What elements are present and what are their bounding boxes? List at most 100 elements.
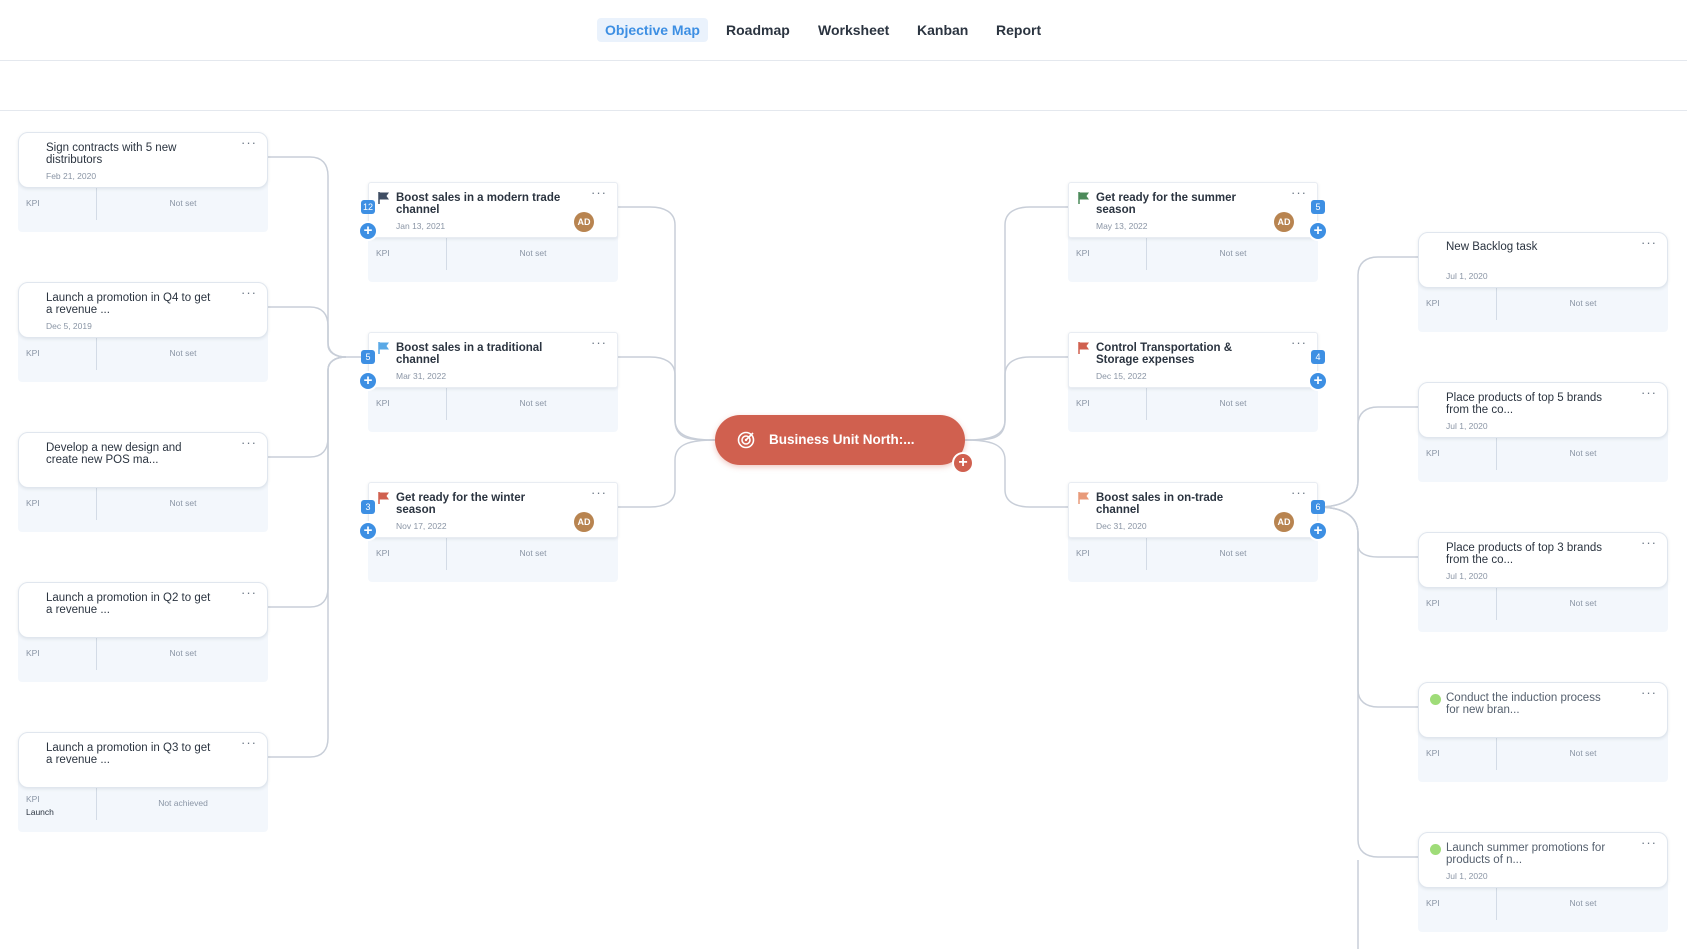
kpi-name: Launch bbox=[26, 807, 54, 817]
task-title: New Backlog task bbox=[1446, 241, 1538, 253]
task-card[interactable]: Launch summer promotions for products of… bbox=[1418, 832, 1668, 932]
kpi-value: Not set bbox=[169, 498, 197, 508]
objective-date: Mar 31, 2022 bbox=[396, 371, 447, 381]
task-card[interactable]: Sign contracts with 5 new distributors F… bbox=[18, 132, 268, 232]
task-title: Develop a new design and create new POS … bbox=[46, 442, 182, 466]
task-card-header[interactable]: Develop a new design and create new POS … bbox=[18, 432, 268, 488]
more-options-icon[interactable]: ··· bbox=[1291, 335, 1307, 350]
task-title: Launch a promotion in Q3 to get a revenu… bbox=[46, 742, 211, 766]
more-options-icon[interactable]: ··· bbox=[1641, 385, 1657, 400]
task-card-header[interactable]: Launch a promotion in Q3 to get a revenu… bbox=[18, 732, 268, 788]
kpi-label: KPI bbox=[376, 548, 390, 558]
child-count-badge[interactable]: 4 bbox=[1311, 350, 1325, 364]
kpi-label: KPI bbox=[1426, 598, 1440, 608]
kpi-value: Not set bbox=[1569, 448, 1597, 458]
objective-card-header[interactable]: Control Transportation & Storage expense… bbox=[1068, 332, 1318, 388]
kpi-value: Not set bbox=[519, 548, 547, 558]
more-options-icon[interactable]: ··· bbox=[241, 435, 257, 450]
task-card[interactable]: Place products of top 3 brands from the … bbox=[1418, 532, 1668, 632]
flag-icon bbox=[378, 342, 389, 354]
avatar[interactable]: AD bbox=[574, 512, 594, 532]
flag-icon bbox=[1078, 192, 1089, 204]
objective-card-header[interactable]: Boost sales in a modern trade channel Ja… bbox=[368, 182, 618, 238]
objective-date: Dec 31, 2020 bbox=[1096, 521, 1147, 531]
add-child-button[interactable]: + bbox=[1310, 223, 1326, 239]
add-objective-button[interactable]: + bbox=[954, 454, 972, 472]
avatar[interactable]: AD bbox=[1274, 212, 1294, 232]
more-options-icon[interactable]: ··· bbox=[241, 135, 257, 150]
objective-card[interactable]: Get ready for the winter season Nov 17, … bbox=[368, 482, 618, 582]
more-options-icon[interactable]: ··· bbox=[1641, 235, 1657, 250]
objective-date: Dec 15, 2022 bbox=[1096, 371, 1147, 381]
objective-card[interactable]: Control Transportation & Storage expense… bbox=[1068, 332, 1318, 432]
more-options-icon[interactable]: ··· bbox=[591, 485, 607, 500]
task-card[interactable]: Conduct the induction process for new br… bbox=[1418, 682, 1668, 782]
add-child-button[interactable]: + bbox=[360, 223, 376, 239]
more-options-icon[interactable]: ··· bbox=[1291, 485, 1307, 500]
kpi-divider bbox=[446, 386, 447, 420]
kpi-value: Not set bbox=[169, 348, 197, 358]
objective-card[interactable]: Boost sales in a traditional channel Mar… bbox=[368, 332, 618, 432]
more-options-icon[interactable]: ··· bbox=[241, 285, 257, 300]
kpi-label: KPI bbox=[1426, 898, 1440, 908]
objective-card[interactable]: Get ready for the summer season May 13, … bbox=[1068, 182, 1318, 282]
kpi-divider bbox=[1496, 436, 1497, 470]
task-card-header[interactable]: Sign contracts with 5 new distributors F… bbox=[18, 132, 268, 188]
target-icon bbox=[737, 431, 755, 449]
task-card[interactable]: Place products of top 5 brands from the … bbox=[1418, 382, 1668, 482]
kpi-value: Not achieved bbox=[158, 798, 208, 808]
more-options-icon[interactable]: ··· bbox=[241, 735, 257, 750]
flag-icon bbox=[1078, 492, 1089, 504]
task-card[interactable]: Launch a promotion in Q2 to get a revenu… bbox=[18, 582, 268, 682]
objective-card[interactable]: Boost sales in a modern trade channel Ja… bbox=[368, 182, 618, 282]
add-child-button[interactable]: + bbox=[360, 373, 376, 389]
objective-title: Boost sales in a traditional channel bbox=[396, 342, 543, 366]
task-card[interactable]: Launch a promotion in Q3 to get a revenu… bbox=[18, 732, 268, 832]
task-card[interactable]: Develop a new design and create new POS … bbox=[18, 432, 268, 532]
add-child-button[interactable]: + bbox=[1310, 523, 1326, 539]
more-options-icon[interactable]: ··· bbox=[591, 185, 607, 200]
task-card-header[interactable]: Place products of top 5 brands from the … bbox=[1418, 382, 1668, 438]
task-date: Jul 1, 2020 bbox=[1446, 271, 1488, 281]
kpi-value: Not set bbox=[1219, 248, 1247, 258]
child-count-badge[interactable]: 6 bbox=[1311, 500, 1325, 514]
more-options-icon[interactable]: ··· bbox=[591, 335, 607, 350]
kpi-value: Not set bbox=[169, 198, 197, 208]
objective-card[interactable]: Boost sales in on-trade channel Dec 31, … bbox=[1068, 482, 1318, 582]
task-card[interactable]: Launch a promotion in Q4 to get a revenu… bbox=[18, 282, 268, 382]
kpi-value: Not set bbox=[1569, 898, 1597, 908]
root-title: Business Unit North:... bbox=[769, 432, 915, 447]
child-count-badge[interactable]: 5 bbox=[361, 350, 375, 364]
more-options-icon[interactable]: ··· bbox=[241, 585, 257, 600]
avatar[interactable]: AD bbox=[574, 212, 594, 232]
kpi-label: KPI bbox=[26, 348, 40, 358]
objective-card-header[interactable]: Boost sales in a traditional channel Mar… bbox=[368, 332, 618, 388]
kpi-divider bbox=[96, 636, 97, 670]
kpi-divider bbox=[1496, 886, 1497, 920]
kpi-divider bbox=[1496, 586, 1497, 620]
avatar[interactable]: AD bbox=[1274, 512, 1294, 532]
task-card-header[interactable]: Launch summer promotions for products of… bbox=[1418, 832, 1668, 888]
task-card-header[interactable]: Place products of top 3 brands from the … bbox=[1418, 532, 1668, 588]
add-child-button[interactable]: + bbox=[1310, 373, 1326, 389]
objective-card-header[interactable]: Get ready for the summer season May 13, … bbox=[1068, 182, 1318, 238]
add-child-button[interactable]: + bbox=[360, 523, 376, 539]
task-card-header[interactable]: Conduct the induction process for new br… bbox=[1418, 682, 1668, 738]
objective-date: Nov 17, 2022 bbox=[396, 521, 447, 531]
status-done-icon bbox=[1430, 844, 1441, 855]
task-card-header[interactable]: New Backlog task Jul 1, 2020 ··· bbox=[1418, 232, 1668, 288]
child-count-badge[interactable]: 3 bbox=[361, 500, 375, 514]
more-options-icon[interactable]: ··· bbox=[1291, 185, 1307, 200]
more-options-icon[interactable]: ··· bbox=[1641, 535, 1657, 550]
objective-card-header[interactable]: Boost sales in on-trade channel Dec 31, … bbox=[1068, 482, 1318, 538]
root-objective-node[interactable]: Business Unit North:... bbox=[715, 415, 965, 465]
more-options-icon[interactable]: ··· bbox=[1641, 685, 1657, 700]
task-card-header[interactable]: Launch a promotion in Q2 to get a revenu… bbox=[18, 582, 268, 638]
task-card-header[interactable]: Launch a promotion in Q4 to get a revenu… bbox=[18, 282, 268, 338]
objective-date: May 13, 2022 bbox=[1096, 221, 1148, 231]
more-options-icon[interactable]: ··· bbox=[1641, 835, 1657, 850]
objective-card-header[interactable]: Get ready for the winter season Nov 17, … bbox=[368, 482, 618, 538]
task-card[interactable]: New Backlog task Jul 1, 2020 ··· KPI Not… bbox=[1418, 232, 1668, 332]
child-count-badge[interactable]: 5 bbox=[1311, 200, 1325, 214]
child-count-badge[interactable]: 12 bbox=[361, 200, 375, 214]
